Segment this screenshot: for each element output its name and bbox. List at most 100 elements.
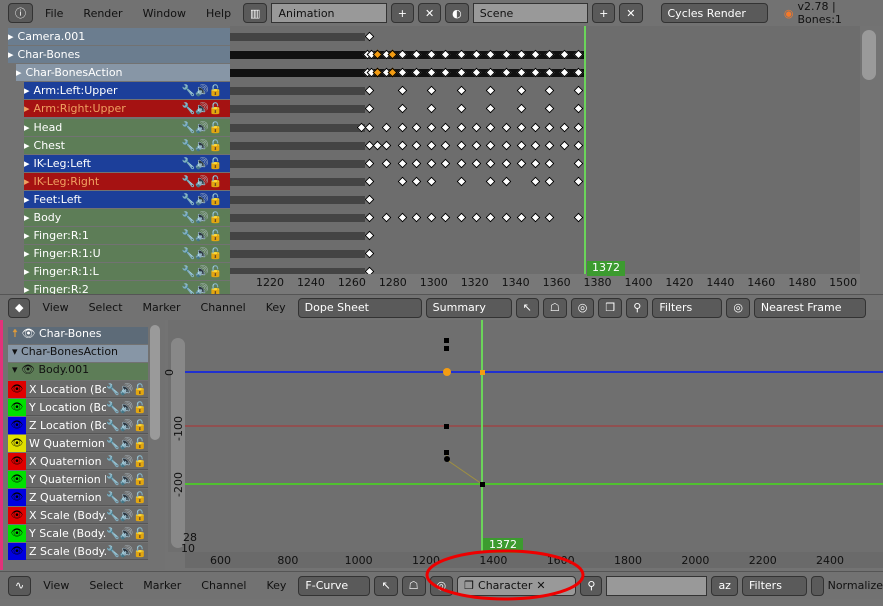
menu-channel[interactable]: Channel [193,301,254,314]
channel-toggle-icons[interactable]: 🔧🔊🔓 [174,211,230,224]
eye-icon[interactable]: 👁 [8,470,26,488]
filters-button[interactable]: Filters [652,297,723,318]
auto-snap-icon[interactable]: ◎ [726,297,750,318]
channel-toggle-icons[interactable]: 🔧🔊🔓 [106,509,147,522]
channel-toggle-icons[interactable]: 🔧🔊🔓 [174,175,230,188]
graph-action-row[interactable]: ▾ Char-BonesAction [8,345,148,362]
channel-toggle-icons[interactable]: 🔧🔊🔓 [174,247,230,260]
eye-icon[interactable]: 👁 [8,380,26,398]
channel-toggle-icons[interactable]: 🔧🔊🔓 [106,473,147,486]
channel-toggle-icons[interactable]: 🔧🔊🔓 [174,139,230,152]
add-scene-button[interactable]: + [592,3,616,23]
dopesheet-channel[interactable]: ▸ Arm:Right:Upper 🔧🔊🔓 [24,100,230,118]
dopesheet-channel[interactable]: ▸ Finger:R:1:L 🔧🔊🔓 [24,263,230,281]
channel-toggle-icons[interactable]: 🔧🔊🔓 [174,229,230,242]
dopesheet-channel[interactable]: ▸ IK-Leg:Right 🔧🔊🔓 [24,172,230,190]
keyframe-point[interactable] [444,338,449,343]
dopesheet-current-frame-badge[interactable]: 1372 [587,261,625,276]
dopesheet-channel[interactable]: ▸ Finger:R:1:U 🔧🔊🔓 [24,245,230,263]
keyframe-point[interactable] [444,424,449,429]
editor-type-info-button[interactable]: ⓘ [8,3,33,23]
fcurve-channel[interactable]: 👁W Quaternion Rotation🔧🔊🔓 [8,434,148,452]
layout-icon[interactable]: ▥ [243,3,268,23]
add-layout-button[interactable]: + [390,3,414,23]
fcurve-channel[interactable]: 👁X Quaternion Rotation🔧🔊🔓 [8,452,148,470]
eye-icon[interactable]: 👁 [8,398,26,416]
channel-toggle-icons[interactable]: 🔧🔊🔓 [174,193,230,206]
keyframe-point[interactable] [444,450,449,455]
eye-icon[interactable]: 👁 [8,542,26,560]
dopesheet-channel[interactable]: ▸ Chest 🔧🔊🔓 [24,136,230,154]
menu-view[interactable]: View [35,579,77,592]
channel-toggle-icons[interactable]: 🔧🔊🔓 [174,102,230,115]
sort-alpha-icon[interactable]: az [711,575,738,596]
fcurve-channel[interactable]: 👁Y Scale (Body.001)🔧🔊🔓 [8,524,148,542]
summary-toggle[interactable]: Summary [425,297,512,318]
menu-marker[interactable]: Marker [135,579,189,592]
channel-toggle-icons[interactable]: 🔧🔊🔓 [106,545,147,558]
only-selected-icon[interactable]: ↖ [374,575,398,596]
keyframe-point[interactable] [480,482,485,487]
eye-icon[interactable]: 👁 [8,524,26,542]
channel-toggle-icons[interactable]: 🔧🔊🔓 [174,265,230,278]
dopesheet-channel[interactable]: ▸ Char-Bones [8,46,230,64]
channel-toggle-icons[interactable]: 🔧🔊🔓 [106,455,147,468]
search-icon[interactable]: ⚲ [626,297,649,318]
show-errors-icon[interactable]: ◎ [570,297,595,318]
dopesheet-channel[interactable]: ▸ Feet:Left 🔧🔊🔓 [24,190,230,208]
eye-icon[interactable]: 👁 [8,488,26,506]
eye-icon[interactable]: 👁 [8,452,26,470]
ghost-icon[interactable]: ☖ [542,297,567,318]
graph-channel-scrollbar[interactable] [150,325,160,440]
graph-mode-select[interactable]: F-Curve [298,575,371,596]
eye-icon[interactable]: 👁 [8,434,26,452]
keyframe-point[interactable] [444,346,449,351]
editor-type-dopesheet-button[interactable]: ◆ [8,297,31,318]
channel-toggle-icons[interactable]: 🔧🔊🔓 [106,527,147,540]
dopesheet-scrollbar[interactable] [862,30,876,80]
scene-icon[interactable]: ◐ [445,3,469,23]
channel-toggle-icons[interactable]: 🔧🔊🔓 [106,401,147,414]
menu-select[interactable]: Select [81,301,131,314]
dopesheet-channel[interactable]: ▸ Head 🔧🔊🔓 [24,118,230,136]
eye-icon[interactable]: 👁 [8,506,26,524]
dopesheet-channel[interactable]: ▸ Finger:R:1 🔧🔊🔓 [24,227,230,245]
menu-view[interactable]: View [34,301,76,314]
menu-render[interactable]: Render [75,7,130,20]
only-selected-icon[interactable]: ↖ [515,297,539,318]
filters-button[interactable]: Filters [741,575,807,596]
graph-group-row[interactable]: ▾ 👁 Body.001 [8,363,148,380]
fcurve-channel[interactable]: 👁X Scale (Body.001)🔧🔊🔓 [8,506,148,524]
channel-toggle-icons[interactable]: 🔧🔊🔓 [106,437,147,450]
dopesheet-channel[interactable]: ▸ Arm:Left:Upper 🔧🔊🔓 [24,82,230,100]
collection-icon[interactable]: ❒ [598,297,623,318]
eye-icon[interactable]: 👁 [8,416,26,434]
graph-object-row[interactable]: ☨ 👁 Char-Bones [8,327,148,344]
menu-help[interactable]: Help [198,7,239,20]
dopesheet-channel[interactable]: ▸ Camera.001 [8,28,230,45]
dopesheet-channel[interactable]: ▸ Body 🔧🔊🔓 [24,209,230,226]
channel-toggle-icons[interactable]: 🔧🔊🔓 [106,383,147,396]
menu-key[interactable]: Key [258,301,294,314]
channel-toggle-icons[interactable]: 🔧🔊🔓 [174,121,230,134]
channel-toggle-icons[interactable]: 🔧🔊🔓 [106,491,147,504]
channel-toggle-icons[interactable]: 🔧🔊🔓 [174,157,230,170]
dopesheet-channel[interactable]: ▸ Char-BonesAction [16,64,230,82]
screen-layout-field[interactable]: Animation [271,3,387,23]
keyframe-point[interactable] [444,456,450,462]
menu-channel[interactable]: Channel [193,579,254,592]
render-engine-select[interactable]: Cycles Render [660,3,768,23]
remove-scene-button[interactable]: ✕ [619,3,643,23]
dopesheet-mode-select[interactable]: Dope Sheet [297,297,422,318]
snap-mode-select[interactable]: Nearest Frame [753,297,866,318]
fcurve-channel[interactable]: 👁Y Quaternion Rotation🔧🔊🔓 [8,470,148,488]
remove-layout-button[interactable]: ✕ [417,3,442,23]
fcurve-channel[interactable]: 👁Y Location (Body.001)🔧🔊🔓 [8,398,148,416]
fcurve-channel[interactable]: 👁Z Location (Body.001)🔧🔊🔓 [8,416,148,434]
menu-file[interactable]: File [37,7,71,20]
editor-type-graph-button[interactable]: ∿ [8,575,32,596]
dopesheet-channel[interactable]: ▸ IK-Leg:Left 🔧🔊🔓 [24,154,230,172]
name-filter-input[interactable] [606,575,708,596]
fcurve-channel[interactable]: 👁X Location (Body.001)🔧🔊🔓 [8,380,148,398]
menu-marker[interactable]: Marker [135,301,189,314]
